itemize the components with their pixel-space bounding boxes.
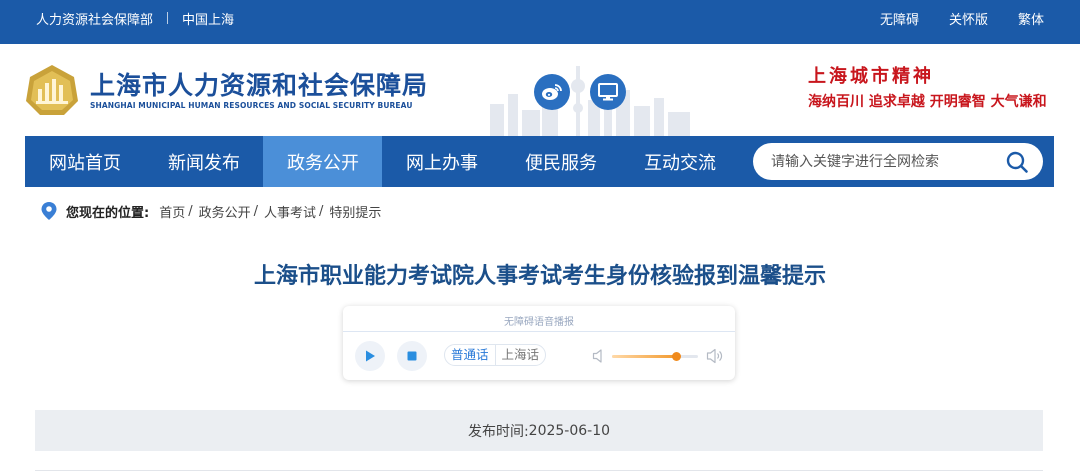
nav-news[interactable]: 新闻发布 bbox=[144, 136, 263, 187]
dialect-selector: 普通话 上海话 bbox=[444, 344, 547, 366]
nav-online-services[interactable]: 网上办事 bbox=[382, 136, 501, 187]
pc-version-button[interactable] bbox=[590, 74, 626, 110]
care-mode-link[interactable]: 关怀版 bbox=[949, 9, 988, 28]
search-input[interactable] bbox=[771, 143, 991, 180]
weibo-button[interactable] bbox=[534, 74, 570, 110]
article-title: 上海市职业能力考试院人事考试考生身份核验报到温馨提示 bbox=[253, 264, 826, 289]
top-bar: 人力资源社会保障部 中国上海 无障碍 关怀版 繁体 bbox=[0, 0, 1080, 44]
computer-icon bbox=[598, 83, 618, 101]
publish-label: 发布时间: bbox=[467, 423, 529, 440]
breadcrumb-separator: / bbox=[319, 203, 324, 219]
breadcrumb-prefix: 您现在的位置: bbox=[66, 205, 150, 221]
main-navigation: 网站首页 新闻发布 政务公开 网上办事 便民服务 互动交流 bbox=[25, 136, 1054, 187]
publish-date: 2025-06-10 bbox=[528, 422, 611, 439]
volume-slider-knob[interactable] bbox=[672, 352, 681, 361]
breadcrumb-home[interactable]: 首页 bbox=[159, 202, 185, 221]
accessible-audio-player: 无障碍语音播报 普通话 上海话 bbox=[343, 306, 735, 380]
stop-button[interactable] bbox=[397, 341, 427, 371]
top-bar-right: 无障碍 关怀版 繁体 bbox=[880, 0, 1044, 36]
link-mohrss[interactable]: 人力资源社会保障部 bbox=[36, 9, 153, 28]
breadcrumb: 您现在的位置: 首页 / 政务公开 / 人事考试 / 特别提示 bbox=[40, 200, 381, 222]
traditional-chinese-link[interactable]: 繁体 bbox=[1018, 9, 1044, 28]
audio-player-label: 无障碍语音播报 bbox=[504, 317, 574, 328]
stop-icon bbox=[407, 351, 417, 361]
bureau-emblem-icon[interactable] bbox=[24, 63, 80, 117]
audio-player-divider bbox=[343, 331, 735, 332]
dialect-mandarin[interactable]: 普通话 bbox=[445, 345, 495, 365]
nav-home[interactable]: 网站首页 bbox=[25, 136, 144, 187]
breadcrumb-separator: / bbox=[188, 203, 193, 219]
play-icon bbox=[366, 350, 375, 362]
weibo-icon bbox=[542, 84, 562, 100]
nav-government-affairs[interactable]: 政务公开 bbox=[263, 136, 382, 187]
breadcrumb-special-notice[interactable]: 特别提示 bbox=[329, 202, 381, 221]
city-spirit-motto: 海纳百川 追求卓越 开明睿智 大气谦和 bbox=[808, 94, 1047, 110]
location-pin-icon bbox=[41, 202, 57, 220]
volume-slider[interactable] bbox=[612, 352, 698, 361]
play-button[interactable] bbox=[355, 341, 385, 371]
nav-items: 网站首页 新闻发布 政务公开 网上办事 便民服务 互动交流 bbox=[25, 136, 739, 187]
nav-public-services[interactable]: 便民服务 bbox=[501, 136, 620, 187]
search-icon[interactable] bbox=[1005, 150, 1029, 174]
volume-low-icon[interactable] bbox=[592, 348, 606, 364]
breadcrumb-separator: / bbox=[253, 203, 259, 219]
dialect-shanghainese[interactable]: 上海话 bbox=[494, 345, 546, 365]
top-bar-left: 人力资源社会保障部 中国上海 bbox=[36, 0, 234, 36]
link-china-shanghai[interactable]: 中国上海 bbox=[182, 9, 234, 28]
site-header: 上海市人力资源和社会保障局 SHANGHAI MUNICIPAL HUMAN R… bbox=[0, 44, 1080, 136]
volume-high-icon[interactable] bbox=[706, 347, 724, 365]
content-divider bbox=[35, 470, 1043, 471]
search-box bbox=[753, 143, 1043, 180]
nav-interaction[interactable]: 互动交流 bbox=[620, 136, 739, 187]
breadcrumb-government-affairs[interactable]: 政务公开 bbox=[199, 202, 251, 221]
site-name-english: SHANGHAI MUNICIPAL HUMAN RESOURCES AND S… bbox=[90, 101, 413, 110]
top-bar-divider bbox=[167, 12, 169, 24]
site-name[interactable]: 上海市人力资源和社会保障局 bbox=[90, 66, 428, 102]
volume-slider-fill bbox=[612, 355, 677, 358]
breadcrumb-personnel-exams[interactable]: 人事考试 bbox=[264, 202, 316, 221]
publish-info-bar: 发布时间: 2025-06-10 bbox=[35, 410, 1043, 451]
accessibility-link[interactable]: 无障碍 bbox=[880, 9, 919, 28]
city-spirit-title: 上海城市精神 bbox=[808, 66, 934, 87]
